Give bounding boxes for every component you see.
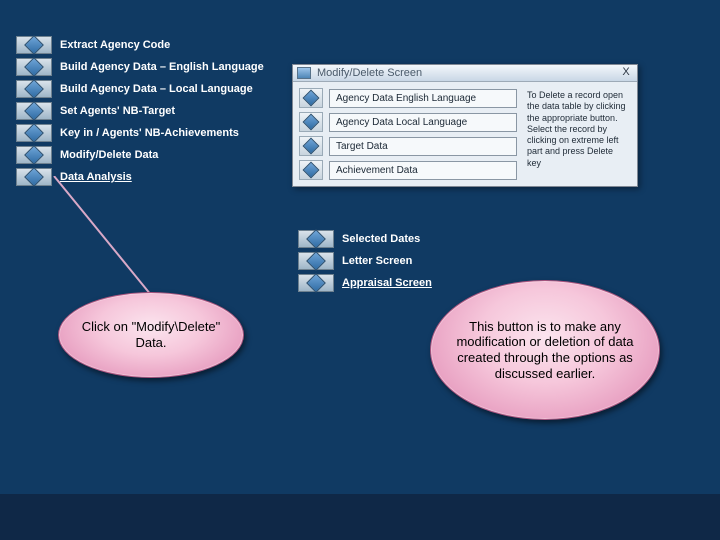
option-label: Target Data [329, 137, 517, 156]
menu-item-label: Key in / Agents' NB-Achievements [60, 127, 239, 139]
menu-item-build-agency-english[interactable]: Build Agency Data – English Language [16, 58, 264, 76]
menu-item-label: Extract Agency Code [60, 39, 170, 51]
option-achievement-data[interactable]: Achievement Data [299, 160, 517, 180]
option-label: Achievement Data [329, 161, 517, 180]
diamond-icon [298, 274, 334, 292]
footer-bar [0, 494, 720, 540]
diamond-icon [16, 124, 52, 142]
diamond-icon [299, 160, 323, 180]
menu-item-extract-agency-code[interactable]: Extract Agency Code [16, 36, 264, 54]
option-agency-english[interactable]: Agency Data English Language [299, 88, 517, 108]
menu-item-set-agents-target[interactable]: Set Agents' NB-Target [16, 102, 264, 120]
menu-item-letter-screen[interactable]: Letter Screen [298, 252, 432, 270]
option-label: Agency Data English Language [329, 89, 517, 108]
close-button[interactable]: X [619, 67, 633, 79]
dialog-title-text: Modify/Delete Screen [317, 67, 619, 79]
menu-item-key-in-achievements[interactable]: Key in / Agents' NB-Achievements [16, 124, 264, 142]
window-icon [297, 67, 311, 79]
menu-item-label: Selected Dates [342, 233, 420, 245]
option-label: Agency Data Local Language [329, 113, 517, 132]
diamond-icon [299, 88, 323, 108]
diamond-icon [16, 58, 52, 76]
dialog-option-list: Agency Data English Language Agency Data… [299, 88, 517, 180]
dialog-titlebar: Modify/Delete Screen X [293, 65, 637, 82]
menu-item-data-analysis[interactable]: Data Analysis [16, 168, 264, 186]
diamond-icon [16, 146, 52, 164]
menu-item-selected-dates[interactable]: Selected Dates [298, 230, 432, 248]
diamond-icon [299, 136, 323, 156]
diamond-icon [298, 252, 334, 270]
callout-description: This button is to make any modification … [430, 280, 660, 420]
diamond-icon [16, 168, 52, 186]
diamond-icon [16, 80, 52, 98]
diamond-icon [298, 230, 334, 248]
menu-item-modify-delete-data[interactable]: Modify/Delete Data [16, 146, 264, 164]
menu-item-label: Letter Screen [342, 255, 412, 267]
modify-delete-dialog: Modify/Delete Screen X Agency Data Engli… [292, 64, 638, 187]
center-secondary-menu: Selected Dates Letter Screen Appraisal S… [298, 230, 432, 292]
menu-item-label: Modify/Delete Data [60, 149, 158, 161]
left-main-menu: Extract Agency Code Build Agency Data – … [16, 36, 264, 186]
diamond-icon [16, 36, 52, 54]
option-agency-local[interactable]: Agency Data Local Language [299, 112, 517, 132]
dialog-body: Agency Data English Language Agency Data… [293, 82, 637, 186]
option-target-data[interactable]: Target Data [299, 136, 517, 156]
menu-item-label: Appraisal Screen [342, 277, 432, 289]
diamond-icon [16, 102, 52, 120]
menu-item-appraisal-screen[interactable]: Appraisal Screen [298, 274, 432, 292]
menu-item-label: Build Agency Data – English Language [60, 61, 264, 73]
callout-text: Click on "Modify\Delete" Data. [77, 319, 225, 350]
menu-item-label: Build Agency Data – Local Language [60, 83, 253, 95]
callout-text: This button is to make any modification … [449, 319, 641, 381]
menu-item-label: Set Agents' NB-Target [60, 105, 175, 117]
diamond-icon [299, 112, 323, 132]
menu-item-build-agency-local[interactable]: Build Agency Data – Local Language [16, 80, 264, 98]
dialog-help-text: To Delete a record open the data table b… [525, 88, 631, 180]
menu-item-label: Data Analysis [60, 171, 132, 183]
callout-click-modify-delete: Click on "Modify\Delete" Data. [58, 292, 244, 378]
